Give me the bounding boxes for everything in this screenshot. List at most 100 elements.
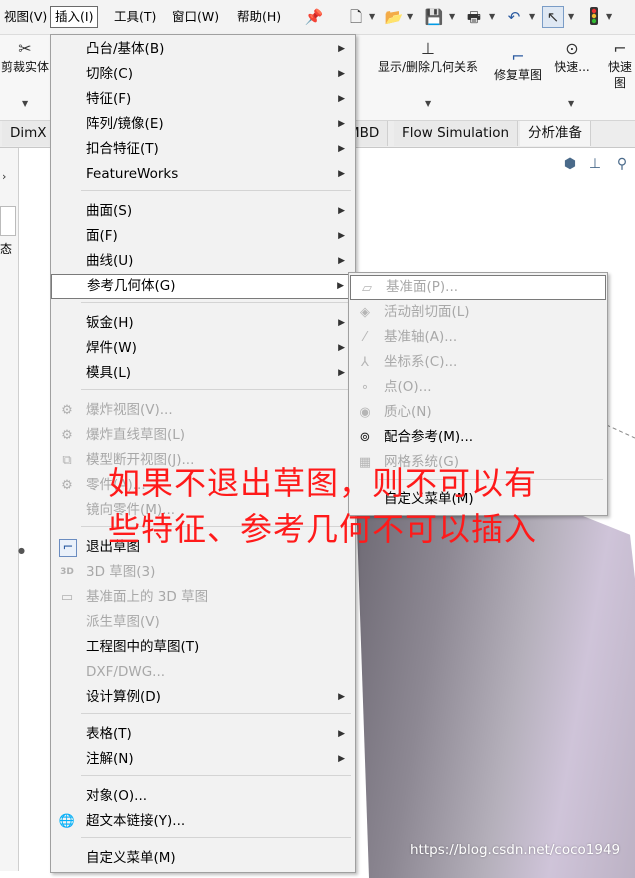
menu-item-label: FeatureWorks [86,166,179,182]
menu-item[interactable]: 注解(N) ▶ [51,747,355,772]
hyperlink-globe-icon: 🌐 [58,814,76,829]
menu-item: 派生草图(V) [51,610,355,635]
chevron-right-icon: ▶ [338,94,345,104]
submenu-item-label: 配合参考(M)... [384,429,474,445]
menu-item[interactable]: 工程图中的草图(T) [51,635,355,660]
menu-item: ⚙ 爆炸视图(V)... [51,398,355,423]
chevron-right-icon[interactable]: › [2,170,6,183]
menu-window[interactable]: 窗口(W) [168,6,223,28]
mate-reference-icon: ⊚ [359,430,371,445]
menu-item[interactable]: 切除(C) ▶ [51,62,355,87]
menu-item-label: DXF/DWG... [86,664,166,680]
menu-item-label: 超文本链接(Y)... [86,813,186,829]
open-folder-icon[interactable]: 📂 [383,6,405,28]
chevron-right-icon: ▶ [338,169,345,179]
menu-item-label: 爆炸视图(V)... [86,402,173,418]
section-plane-icon: ◈ [360,305,370,320]
chevron-right-icon: ▶ [338,368,345,378]
submenu-item: ⁄ 基准轴(A)... [349,325,607,350]
chevron-down-icon[interactable]: ▼ [568,12,574,21]
menu-item[interactable]: 模具(L) ▶ [51,361,355,386]
menu-item[interactable]: 设计算例(D) ▶ [51,685,355,710]
chevron-down-icon[interactable]: ▼ [606,12,612,21]
select-pointer-icon[interactable]: ↖ [542,6,564,28]
save-icon[interactable]: 💾 [423,6,445,28]
menu-insert[interactable]: 插入(I) [50,6,99,28]
zoom-view-icon[interactable]: ⚲ [613,155,631,173]
undo-icon[interactable]: ↶ [503,6,525,28]
menu-item[interactable]: 阵列/镜像(E) ▶ [51,112,355,137]
chevron-down-icon[interactable]: ▼ [407,12,413,21]
menu-separator [81,713,351,714]
chevron-right-icon: ▶ [338,231,345,241]
menu-item[interactable]: 扣合特征(T) ▶ [51,137,355,162]
menu-item-label: 参考几何体(G) [87,278,176,294]
chevron-down-icon[interactable]: ▼ [449,12,455,21]
menu-item-label: 自定义菜单(M) [86,850,176,866]
menu-item[interactable]: 曲线(U) ▶ [51,249,355,274]
chevron-right-icon: ▶ [338,318,345,328]
chevron-right-icon: ▶ [338,692,345,702]
menu-item[interactable]: 凸台/基体(B) ▶ [51,37,355,62]
chevron-down-icon[interactable]: ▼ [568,99,574,108]
menu-item[interactable]: FeatureWorks ▶ [51,162,355,187]
menu-tools[interactable]: 工具(T) [110,6,160,28]
exit-sketch-icon: ⌐ [59,539,77,557]
3d-sketch-plane-icon: ▭ [60,590,74,605]
tab-flow-simulation[interactable]: Flow Simulation [394,121,519,146]
trim-solid-button[interactable]: ✂ 剪裁实体 [0,41,50,75]
quick-snap-button[interactable]: ⊙ 快速... [550,41,594,75]
menu-view[interactable]: 视图(V) [0,6,51,28]
trim-solid-label: 剪裁实体 [0,60,49,74]
print-icon[interactable]: 🖶 [463,6,485,28]
chevron-down-icon[interactable]: ▼ [529,12,535,21]
menu-item-label: 3D 草图(3) [86,564,156,580]
chevron-right-icon: ▶ [338,144,345,154]
submenu-item-label: 点(O)... [384,379,432,395]
menu-item[interactable]: 钣金(H) ▶ [51,311,355,336]
chevron-right-icon: ▶ [338,256,345,266]
menu-item[interactable]: 特征(F) ▶ [51,87,355,112]
view-cube-icon[interactable]: ⬢ [561,155,579,173]
chevron-down-icon[interactable]: ▼ [489,12,495,21]
tab-dimx[interactable]: DimX [2,121,56,146]
view-orient-icon[interactable]: ⊥ [586,155,604,173]
point-icon: ∘ [360,380,370,395]
menu-item[interactable]: 表格(T) ▶ [51,722,355,747]
quick-view-button[interactable]: ⌐ 快速图 [603,41,635,91]
menu-help[interactable]: 帮助(H) [233,6,285,28]
traffic-light-icon[interactable] [583,6,605,28]
new-document-icon[interactable]: 🗋 [345,6,367,28]
chevron-down-icon[interactable]: ▼ [22,99,28,108]
menu-item[interactable]: 焊件(W) ▶ [51,336,355,361]
chevron-down-icon[interactable]: ▼ [369,12,375,21]
menu-item-label: 阵列/镜像(E) [86,116,164,132]
menu-item[interactable]: 对象(O)... [51,784,355,809]
menu-item[interactable]: 面(F) ▶ [51,224,355,249]
menu-separator [81,302,351,303]
menu-item[interactable]: 参考几何体(G) ▶ [51,274,355,299]
explode-view-icon: ⚙ [61,403,73,418]
menu-separator [81,775,351,776]
menu-item[interactable]: 🌐 超文本链接(Y)... [51,809,355,834]
splitter-handle[interactable]: ● [18,546,25,555]
tab-analysis-prep[interactable]: 分析准备 [520,121,591,146]
menu-item[interactable]: 自定义菜单(M) [51,846,355,871]
menu-item[interactable]: 曲面(S) ▶ [51,199,355,224]
repair-sketch-button[interactable]: ⌐ 修复草图 [494,49,542,83]
menu-item: 3D 3D 草图(3) [51,560,355,585]
chevron-right-icon: ▶ [338,44,345,54]
3d-sketch-icon: 3D [60,567,74,577]
pin-icon[interactable]: 📌 [303,6,325,28]
menu-item-label: 扣合特征(T) [86,141,159,157]
panel-field[interactable] [0,206,16,236]
submenu-item: ▱ 基准面(P)... [350,275,606,300]
submenu-item[interactable]: ⊚ 配合参考(M)... [349,425,607,450]
show-delete-relations-button[interactable]: ⊥ 显示/删除几何关系 [366,41,490,75]
submenu-item: ◉ 质心(N) [349,400,607,425]
menu-item-label: 工程图中的草图(T) [86,639,200,655]
center-of-mass-icon: ◉ [359,405,371,420]
submenu-item-label: 基准面(P)... [386,279,459,295]
chevron-down-icon[interactable]: ▼ [425,99,431,108]
plane-icon: ▱ [362,281,372,296]
